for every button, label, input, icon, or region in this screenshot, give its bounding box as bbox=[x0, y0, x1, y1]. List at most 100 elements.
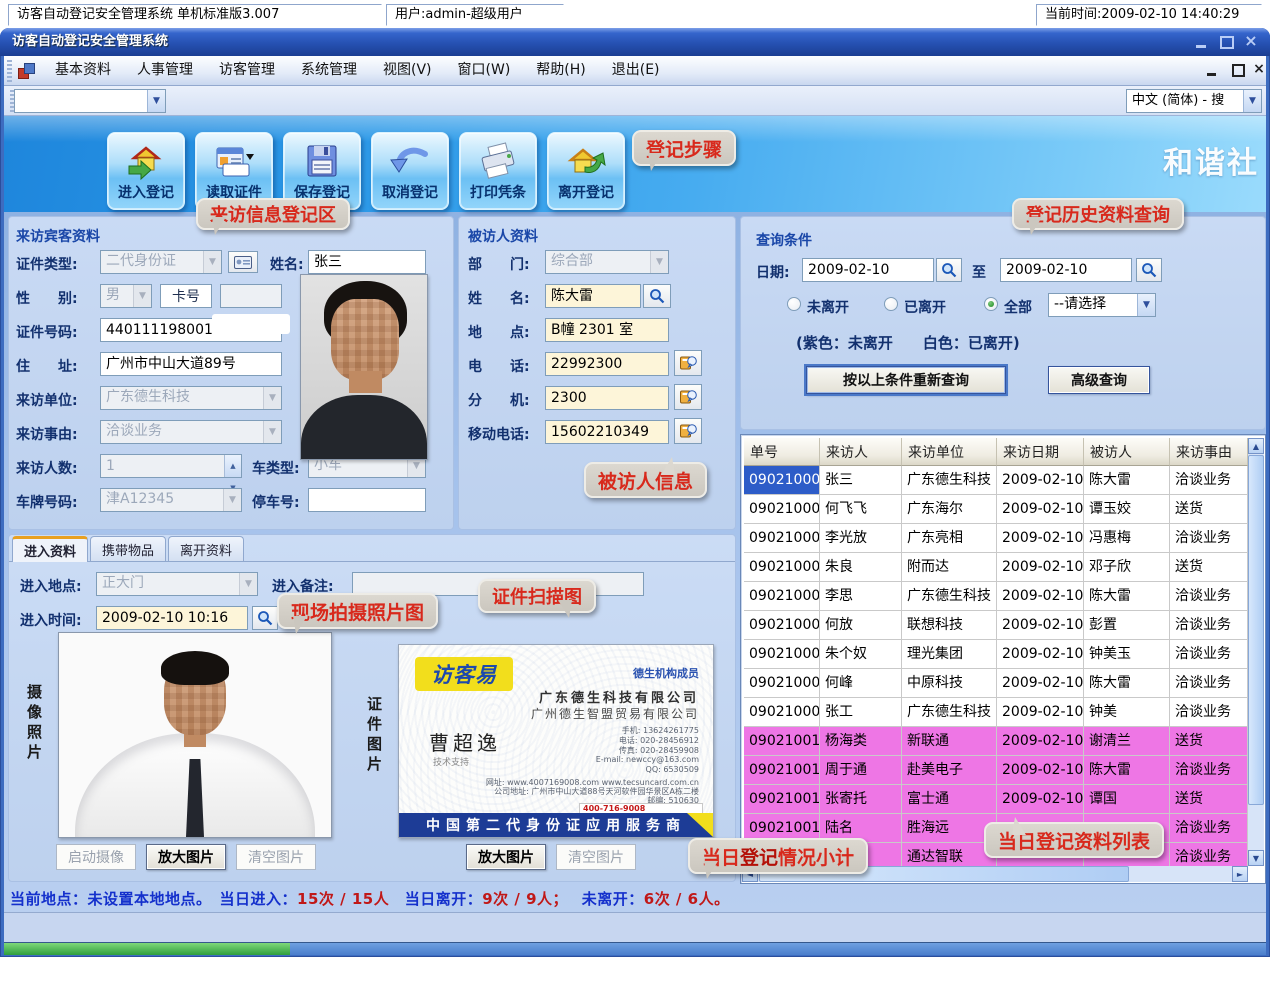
menu-hr[interactable]: 人事管理 bbox=[124, 56, 206, 85]
menu-window[interactable]: 窗口(W) bbox=[445, 56, 524, 85]
cancel-register-button[interactable]: 取消登记 bbox=[371, 132, 449, 210]
table-row[interactable]: 090210004朱良附而达2009-02-10邓子欣送货 bbox=[744, 553, 1248, 582]
table-row[interactable]: 090210007朱个奴理光集团2009-02-10钟美玉洽谈业务 bbox=[744, 640, 1248, 669]
callout-history-query: 登记历史资料查询 bbox=[1012, 198, 1184, 230]
table-cell: 2009-02-10 bbox=[997, 611, 1084, 640]
date-from-picker-button[interactable] bbox=[936, 258, 962, 282]
save-icon bbox=[301, 142, 343, 182]
scroll-up-icon[interactable]: ▲ bbox=[1248, 438, 1264, 454]
company-select[interactable]: 广东德生科技 ▼ bbox=[100, 386, 282, 410]
zoom-card-button[interactable]: 放大图片 bbox=[466, 844, 546, 870]
col-header-visitor[interactable]: 来访人 bbox=[820, 438, 902, 466]
print-slip-button[interactable]: 打印凭条 bbox=[459, 132, 537, 210]
scroll-right-icon[interactable]: ► bbox=[1232, 866, 1248, 882]
radio-all-label: 全部 bbox=[1004, 297, 1032, 317]
table-row[interactable]: 090210009张工广东德生科技2009-02-10钟美洽谈业务 bbox=[744, 698, 1248, 727]
address-input[interactable]: 广州市中山大道89号 bbox=[100, 352, 282, 376]
table-row[interactable]: 090210005李思广东德生科技2009-02-10陈大雷洽谈业务 bbox=[744, 582, 1248, 611]
quick-combo[interactable]: ▼ bbox=[14, 89, 166, 113]
plate-select[interactable]: 津A12345 ▼ bbox=[100, 488, 242, 512]
language-select[interactable]: 中文 (简体) - 搜 ▼ bbox=[1126, 89, 1262, 113]
date-to-input[interactable]: 2009-02-10 bbox=[1000, 258, 1132, 282]
vscroll-thumb[interactable] bbox=[1248, 455, 1264, 805]
card-number-input[interactable] bbox=[220, 284, 282, 308]
menu-exit[interactable]: 退出(E) bbox=[599, 56, 673, 85]
leave-register-button[interactable]: 离开登记 bbox=[547, 132, 625, 210]
table-row[interactable]: 090210003李光放广东亮相2009-02-10冯惠梅洽谈业务 bbox=[744, 524, 1248, 553]
undo-arrow-icon bbox=[389, 142, 431, 182]
menu-help[interactable]: 帮助(H) bbox=[523, 56, 598, 85]
mdi-minimize-icon[interactable] bbox=[1203, 62, 1221, 78]
clear-photo-button[interactable]: 清空图片 bbox=[236, 844, 316, 870]
enter-register-button[interactable]: 进入登记 bbox=[107, 132, 185, 210]
dial-phone-button[interactable] bbox=[674, 350, 702, 376]
mobile-input[interactable]: 15602210349 bbox=[545, 420, 669, 444]
visited-name-input[interactable]: 陈大雷 bbox=[545, 284, 641, 308]
people-count-stepper[interactable]: 1 ▲▼ bbox=[100, 454, 242, 478]
table-row[interactable]: 090210006何放联想科技2009-02-10彭置洽谈业务 bbox=[744, 611, 1248, 640]
table-row[interactable]: 090210010杨海类新联通2009-02-10谢清兰送货 bbox=[744, 727, 1248, 756]
col-header-reason[interactable]: 来访事由 bbox=[1170, 438, 1248, 466]
location-input[interactable]: B幢 2301 室 bbox=[545, 318, 669, 342]
gender-select[interactable]: 男 ▼ bbox=[100, 284, 152, 308]
zoom-photo-button[interactable]: 放大图片 bbox=[146, 844, 226, 870]
restore-icon[interactable] bbox=[1216, 34, 1236, 50]
table-row[interactable]: 090210011周于通赴美电子2009-02-10陈大雷洽谈业务 bbox=[744, 756, 1248, 785]
search-person-button[interactable] bbox=[643, 284, 671, 308]
table-row[interactable]: 090210001张三广东德生科技2009-02-10陈大雷洽谈业务 bbox=[744, 466, 1248, 495]
ext-input[interactable]: 2300 bbox=[545, 386, 669, 410]
card-person-name: 曹超逸 bbox=[429, 727, 501, 756]
search-icon bbox=[257, 610, 273, 626]
entry-place-label: 进入地点: bbox=[20, 576, 82, 596]
radio-left[interactable] bbox=[884, 297, 898, 311]
tab-leave-info[interactable]: 离开资料 bbox=[168, 536, 244, 561]
tab-entry-info[interactable]: 进入资料 bbox=[12, 536, 88, 562]
id-card-reader-button[interactable] bbox=[228, 251, 258, 273]
requery-button[interactable]: 按以上条件重新查询 bbox=[806, 366, 1006, 394]
table-row[interactable]: 090210008何峰中原科技2009-02-10陈大雷洽谈业务 bbox=[744, 669, 1248, 698]
menu-view[interactable]: 视图(V) bbox=[370, 56, 445, 85]
col-header-no[interactable]: 单号 bbox=[744, 438, 820, 466]
mdi-close-icon[interactable]: × bbox=[1250, 62, 1268, 78]
entry-time-picker-button[interactable] bbox=[252, 606, 278, 630]
reason-select[interactable]: 洽谈业务 ▼ bbox=[100, 420, 282, 444]
start-camera-button[interactable]: 启动摄像 bbox=[56, 844, 136, 870]
reason-filter-select[interactable]: --请选择 ▼ bbox=[1048, 293, 1156, 317]
minimize-icon[interactable] bbox=[1192, 34, 1212, 50]
card-number-button[interactable]: 卡号 bbox=[160, 284, 212, 308]
radio-all[interactable] bbox=[984, 297, 998, 311]
col-header-company[interactable]: 来访单位 bbox=[902, 438, 997, 466]
visitor-name-input[interactable]: 张三 bbox=[308, 250, 426, 274]
parking-label: 停车号: bbox=[252, 492, 300, 512]
table-cell: 送货 bbox=[1170, 785, 1248, 814]
phone-message-icon bbox=[680, 355, 697, 371]
dept-select[interactable]: 综合部 ▼ bbox=[545, 250, 669, 274]
spinner-arrows-icon[interactable]: ▲▼ bbox=[224, 455, 241, 477]
phone-input[interactable]: 22992300 bbox=[545, 352, 669, 376]
col-header-date[interactable]: 来访日期 bbox=[997, 438, 1084, 466]
entry-time-input[interactable]: 2009-02-10 10:16 bbox=[96, 606, 248, 630]
tab-label: 离开资料 bbox=[180, 540, 232, 559]
tab-carried-items[interactable]: 携带物品 bbox=[90, 536, 166, 561]
mdi-restore-icon[interactable] bbox=[1228, 62, 1246, 78]
clear-card-button[interactable]: 清空图片 bbox=[556, 844, 636, 870]
date-to-picker-button[interactable] bbox=[1136, 258, 1162, 282]
dial-ext-button[interactable] bbox=[674, 384, 702, 410]
menu-basic-data[interactable]: 基本资料 bbox=[42, 56, 124, 85]
entry-place-select[interactable]: 正大门 ▼ bbox=[96, 572, 258, 596]
id-type-select[interactable]: 二代身份证 ▼ bbox=[100, 250, 222, 274]
table-cell: 朱良 bbox=[820, 553, 902, 582]
close-icon[interactable]: × bbox=[1241, 34, 1261, 50]
col-header-visited[interactable]: 被访人 bbox=[1084, 438, 1170, 466]
menu-visitor[interactable]: 访客管理 bbox=[206, 56, 288, 85]
table-row[interactable]: 090210012张寄托富士通2009-02-10谭国送货 bbox=[744, 785, 1248, 814]
date-from-input[interactable]: 2009-02-10 bbox=[802, 258, 934, 282]
advanced-query-button[interactable]: 高级查询 bbox=[1048, 366, 1150, 394]
radio-not-left[interactable] bbox=[787, 297, 801, 311]
entry-time-label: 进入时间: bbox=[20, 610, 82, 630]
scroll-down-icon[interactable]: ▼ bbox=[1248, 850, 1264, 866]
menu-system[interactable]: 系统管理 bbox=[288, 56, 370, 85]
table-row[interactable]: 090210002何飞飞广东海尔2009-02-10谭玉姣送货 bbox=[744, 495, 1248, 524]
parking-input[interactable] bbox=[308, 488, 426, 512]
dial-mobile-button[interactable] bbox=[674, 418, 702, 444]
